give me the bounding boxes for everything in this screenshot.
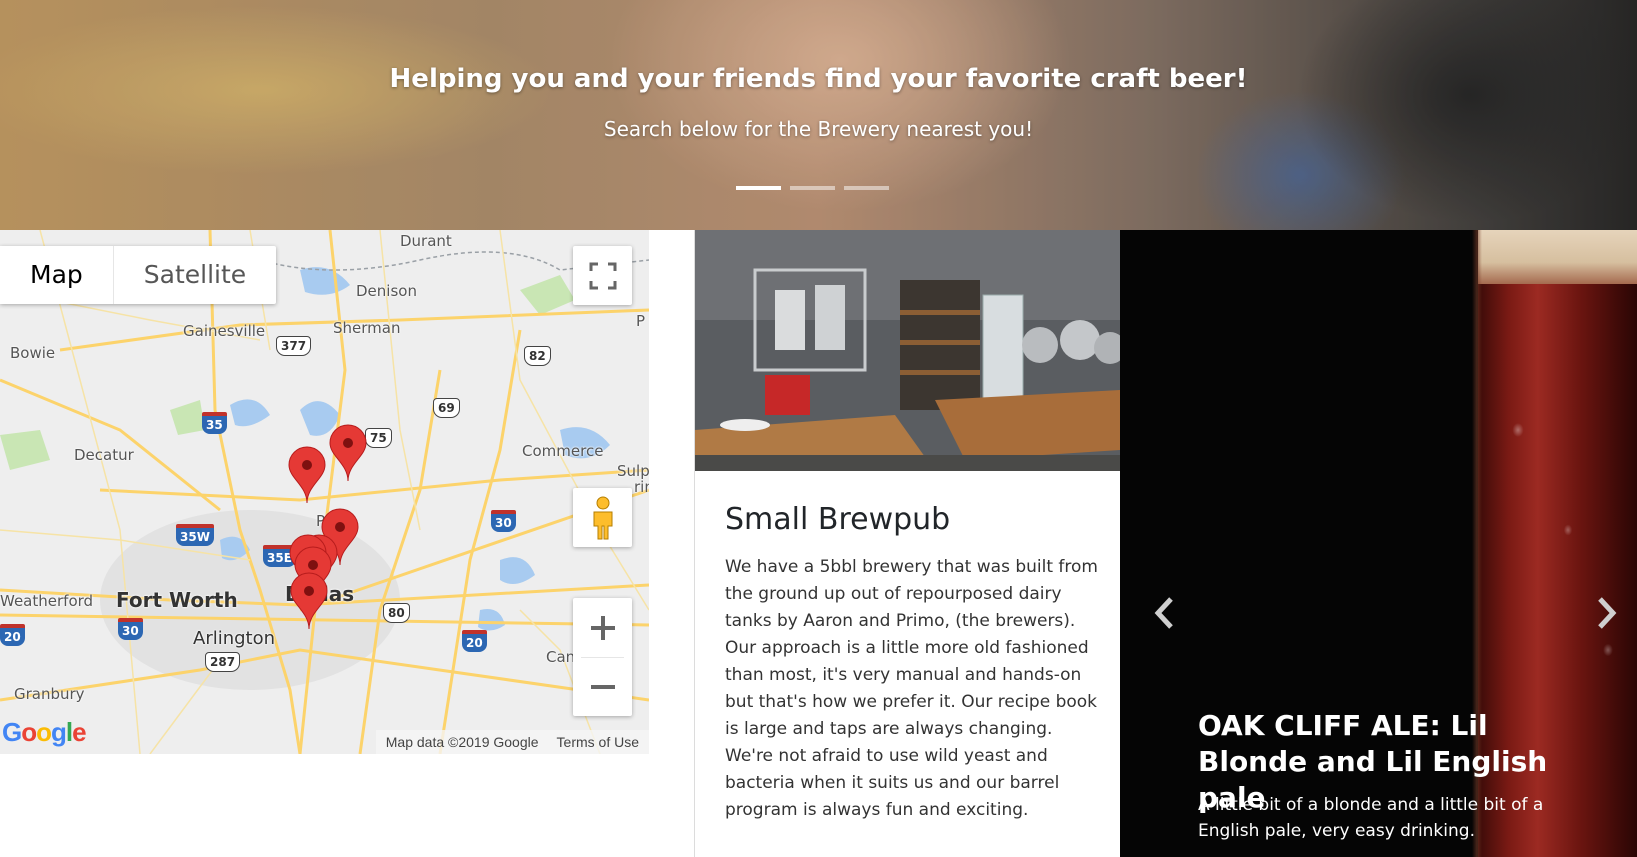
carousel-prev-button[interactable] [1144,588,1184,638]
map-label-paris: P [636,312,646,330]
map-label-arlington: Arlington [193,628,276,649]
shield-i35w: 35W [176,524,214,546]
map-type-control: Map Satellite [0,246,277,304]
brewery-marker[interactable] [290,572,328,634]
carousel-next-button[interactable] [1587,588,1627,638]
hero-title: Helping you and your friends find your f… [389,64,1248,94]
minus-icon [590,684,615,689]
zoom-in-button[interactable] [573,598,632,657]
map-type-satellite-button[interactable]: Satellite [114,246,276,304]
carousel-indicators [736,186,889,190]
chevron-right-icon [1598,597,1617,629]
card-description: We have a 5bbl brewery that was built fr… [725,557,1098,820]
map-label-sulphur-2: rin [634,478,649,496]
shield-i35: 35 [202,412,227,434]
hero-subtitle: Search below for the Brewery nearest you… [603,117,1034,141]
map-type-map-button[interactable]: Map [0,246,114,304]
map-label-granbury: Granbury [14,685,85,703]
map-label-fort-worth: Fort Worth [116,588,238,612]
map-label-sherman: Sherman [333,319,401,337]
chevron-left-icon [1154,597,1173,629]
carousel-indicator-2[interactable] [790,186,835,190]
plus-icon [590,615,615,640]
brewpub-photo [695,230,1120,471]
hero-banner: Helping you and your friends find your f… [0,0,1637,230]
zoom-control [573,598,632,716]
fullscreen-button[interactable] [573,246,632,305]
map-label-decatur: Decatur [74,446,134,464]
card-title: Small Brewpub [725,502,951,537]
brewery-marker[interactable] [288,446,326,508]
shield-us75: 75 [365,428,392,448]
brewery-marker[interactable] [329,424,367,486]
shield-i30-west: 30 [118,618,143,640]
map-label-bowie: Bowie [10,344,56,362]
street-view-button[interactable] [573,488,632,547]
carousel-indicator-3[interactable] [844,186,889,190]
map-label-weatherford: Weatherford [0,592,94,610]
carousel-indicator-1[interactable] [736,186,781,190]
map-label-durant: Durant [400,232,452,250]
brewpub-card: Small Brewpub We have a 5bbl brewery tha… [694,230,1121,857]
map-label-canton: Can [546,648,576,666]
shield-us80: 80 [383,603,410,623]
shield-us69: 69 [433,398,460,418]
map-label-gainesville: Gainesville [183,322,266,340]
map-label-denison: Denison [356,282,417,300]
shield-us287: 287 [205,652,241,672]
zoom-divider [581,657,624,658]
shield-us82: 82 [524,346,551,366]
pegman-icon [593,496,612,539]
beer-slide-description: A little bit of a blonde and a little bi… [1198,795,1544,841]
shield-i20-east: 20 [462,630,487,652]
map-footer: Map data ©2019 Google Terms of Use [375,730,649,754]
shield-us377: 377 [276,336,312,356]
fullscreen-icon [589,262,616,289]
shield-i30-east: 30 [491,510,516,532]
terms-of-use-link[interactable]: Terms of Use [557,734,639,750]
beer-foam [1478,230,1637,284]
brewery-map[interactable]: Durant Denison Gainesville Sherman Bowie… [0,230,649,754]
shield-i20-west: 20 [0,624,25,646]
map-label-commerce: Commerce [522,442,604,460]
map-data-attribution: Map data ©2019 Google [385,734,539,750]
zoom-out-button[interactable] [573,657,632,716]
google-logo: Google [2,717,87,747]
